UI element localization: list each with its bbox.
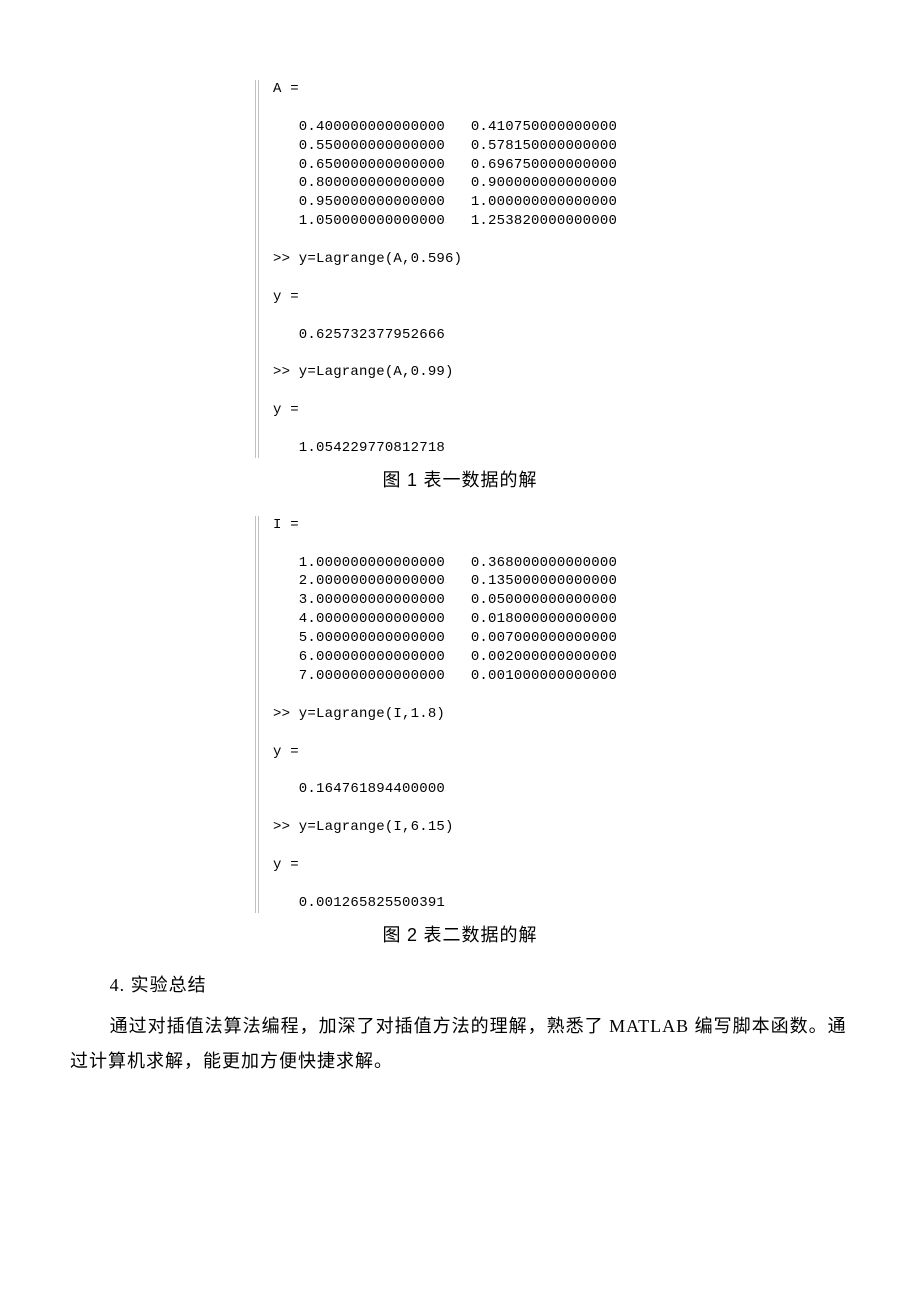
figure1-code-block: A = 0.400000000000000 0.410750000000000 …	[255, 80, 670, 458]
figure1-caption: 图 1 表一数据的解	[70, 466, 850, 492]
figure2-caption-number: 2	[407, 925, 418, 945]
figure1-caption-number: 1	[407, 470, 418, 490]
figure1-caption-prefix: 图	[382, 470, 407, 490]
figure2-caption: 图 2 表二数据的解	[70, 921, 850, 947]
figure1-caption-suffix: 表一数据的解	[418, 470, 538, 490]
section-title: 4. 实验总结	[70, 971, 850, 997]
figure2-caption-prefix: 图	[382, 925, 407, 945]
summary-paragraph: 通过对插值法算法编程，加深了对插值方法的理解，熟悉了 MATLAB 编写脚本函数…	[70, 1009, 850, 1079]
figure2-caption-suffix: 表二数据的解	[418, 925, 538, 945]
document-page: A = 0.400000000000000 0.410750000000000 …	[0, 0, 920, 1139]
figure2-code-block: I = 1.000000000000000 0.368000000000000 …	[255, 516, 670, 913]
